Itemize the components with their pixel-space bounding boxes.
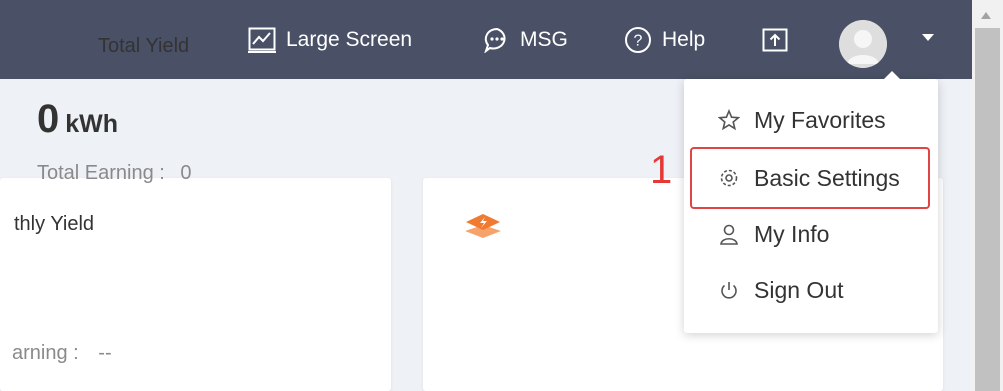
scroll-up-arrow-icon[interactable]: [981, 12, 991, 19]
total-yield-title: Total Yield: [98, 35, 190, 57]
vertical-scrollbar[interactable]: [972, 0, 1003, 391]
help-button[interactable]: ? Help: [624, 0, 705, 79]
monthly-earning-row: arning : --: [12, 342, 112, 365]
menu-item-my-favorites[interactable]: My Favorites: [684, 100, 938, 140]
upload-icon: [762, 28, 788, 52]
total-yield-unit: kWh: [65, 110, 119, 138]
menu-item-label: My Favorites: [754, 106, 886, 133]
large-screen-label: Large Screen: [286, 27, 413, 51]
menu-item-my-info[interactable]: My Info: [684, 214, 938, 254]
monthly-earning-value: --: [98, 342, 112, 364]
power-icon: [718, 279, 740, 301]
star-icon: [717, 108, 741, 131]
total-yield-value-row: 0 kWh: [37, 97, 118, 142]
menu-item-sign-out[interactable]: Sign Out: [684, 270, 938, 310]
annotation-highlight-box: [690, 147, 930, 209]
total-earning-value: 0: [180, 162, 192, 184]
monthly-yield-title: thly Yield: [14, 213, 95, 235]
msg-button[interactable]: MSG: [484, 0, 568, 79]
user-menu-caret-icon[interactable]: [922, 34, 934, 41]
yield-layers-icon: [463, 211, 503, 246]
line-chart-icon: [248, 27, 276, 53]
question-circle-icon: ?: [624, 26, 652, 54]
user-icon: [718, 223, 740, 245]
large-screen-button[interactable]: Large Screen: [248, 0, 412, 79]
total-yield-value: 0: [37, 97, 60, 141]
msg-label: MSG: [520, 27, 568, 51]
monthly-earning-label: arning :: [12, 342, 79, 364]
help-label: Help: [662, 27, 706, 51]
total-earning-label: Total Earning :: [37, 162, 165, 184]
user-avatar[interactable]: [839, 20, 887, 68]
scrollbar-thumb[interactable]: [975, 28, 1000, 391]
total-earning-row: Total Earning : 0: [37, 162, 192, 185]
chat-bubble-icon: [484, 27, 510, 53]
upload-button[interactable]: [762, 0, 788, 79]
monthly-yield-card: thly Yield arning : --: [0, 178, 391, 391]
menu-item-label: My Info: [754, 220, 830, 247]
svg-text:?: ?: [634, 32, 643, 49]
avatar-person-icon: [839, 20, 887, 68]
annotation-step-number: 1: [650, 148, 673, 192]
menu-item-label: Sign Out: [754, 276, 844, 303]
